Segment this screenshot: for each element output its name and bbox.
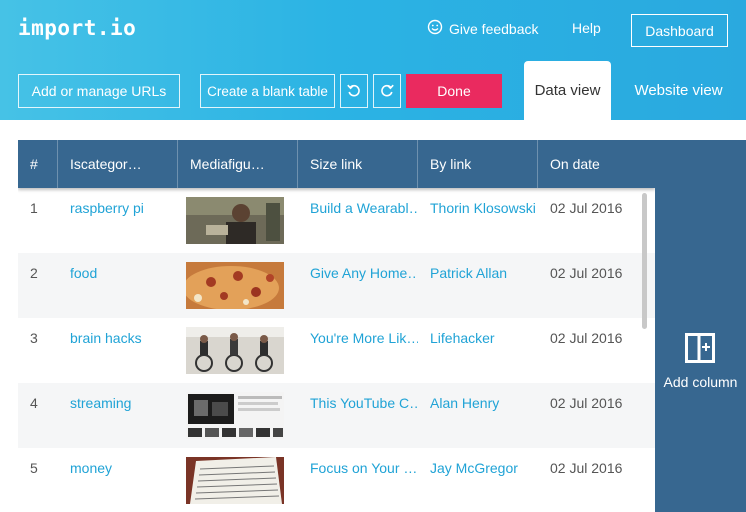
- undo-icon: [346, 82, 362, 101]
- redo-button[interactable]: [373, 74, 401, 108]
- column-header-number[interactable]: #: [18, 140, 58, 188]
- image-thumbnail[interactable]: [186, 457, 284, 504]
- table-row[interactable]: 5 money Focus on Your … Jay McGregor 02 …: [18, 448, 655, 512]
- add-column-icon: [685, 333, 715, 363]
- size-link[interactable]: Give Any Home…: [298, 253, 418, 318]
- by-link[interactable]: Thorin Klosowski: [418, 188, 538, 253]
- table-row[interactable]: 1 raspberry pi Build a Wearabl… Thorin K…: [18, 188, 655, 253]
- size-link[interactable]: Focus on Your …: [298, 448, 418, 512]
- help-link[interactable]: Help: [572, 20, 601, 36]
- give-feedback-label: Give feedback: [449, 20, 539, 37]
- date-cell: 02 Jul 2016: [550, 200, 623, 216]
- add-column-label: Add column: [663, 374, 738, 390]
- data-table: # Iscategor… Mediafigu… Size link By lin…: [18, 140, 655, 512]
- by-link[interactable]: Alan Henry: [418, 383, 538, 448]
- tab-data-view[interactable]: Data view: [524, 61, 611, 120]
- image-thumbnail[interactable]: [186, 392, 284, 439]
- column-header-size-link[interactable]: Size link: [298, 140, 418, 188]
- column-header-iscategory[interactable]: Iscategor…: [58, 140, 178, 188]
- redo-icon: [379, 82, 395, 101]
- table-row[interactable]: 2 food Give Any Home… Patrick Allan 02 J…: [18, 253, 655, 318]
- date-cell: 02 Jul 2016: [550, 395, 623, 411]
- category-link[interactable]: money: [58, 448, 178, 512]
- size-link[interactable]: You're More Lik…: [298, 318, 418, 383]
- add-column-button[interactable]: Add column: [655, 140, 746, 512]
- app-logo: import.io: [18, 16, 137, 40]
- undo-button[interactable]: [340, 74, 368, 108]
- table-row[interactable]: 4 streaming This YouTube C… Alan Henry 0…: [18, 383, 655, 448]
- table-row[interactable]: 3 brain hacks You're More Lik… Lifehacke…: [18, 318, 655, 383]
- give-feedback-link[interactable]: Give feedback: [427, 19, 539, 38]
- row-number: 5: [30, 460, 38, 476]
- column-header-mediafigure[interactable]: Mediafigu…: [178, 140, 298, 188]
- category-link[interactable]: brain hacks: [58, 318, 178, 383]
- row-number: 1: [30, 200, 38, 216]
- create-blank-table-button[interactable]: Create a blank table: [200, 74, 335, 108]
- category-link[interactable]: streaming: [58, 383, 178, 448]
- date-cell: 02 Jul 2016: [550, 265, 623, 281]
- row-number: 3: [30, 330, 38, 346]
- table-header: # Iscategor… Mediafigu… Size link By lin…: [18, 140, 655, 188]
- row-number: 2: [30, 265, 38, 281]
- date-cell: 02 Jul 2016: [550, 330, 623, 346]
- category-link[interactable]: raspberry pi: [58, 188, 178, 253]
- category-link[interactable]: food: [58, 253, 178, 318]
- by-link[interactable]: Patrick Allan: [418, 253, 538, 318]
- image-thumbnail[interactable]: [186, 262, 284, 309]
- smiley-icon: [427, 19, 443, 38]
- size-link[interactable]: This YouTube C…: [298, 383, 418, 448]
- image-thumbnail[interactable]: [186, 327, 284, 374]
- date-cell: 02 Jul 2016: [550, 460, 623, 476]
- image-thumbnail[interactable]: [186, 197, 284, 244]
- by-link[interactable]: Lifehacker: [418, 318, 538, 383]
- row-number: 4: [30, 395, 38, 411]
- dashboard-button[interactable]: Dashboard: [631, 14, 728, 47]
- add-or-manage-urls-button[interactable]: Add or manage URLs: [18, 74, 180, 108]
- tab-website-view[interactable]: Website view: [611, 61, 746, 120]
- top-bar: import.io Give feedback Help Dashboard A…: [0, 0, 746, 120]
- by-link[interactable]: Jay McGregor: [418, 448, 538, 512]
- table-scrollbar[interactable]: [642, 193, 647, 329]
- done-button[interactable]: Done: [406, 74, 502, 108]
- column-header-by-link[interactable]: By link: [418, 140, 538, 188]
- size-link[interactable]: Build a Wearabl…: [298, 188, 418, 253]
- column-header-on-date[interactable]: On date: [538, 140, 655, 188]
